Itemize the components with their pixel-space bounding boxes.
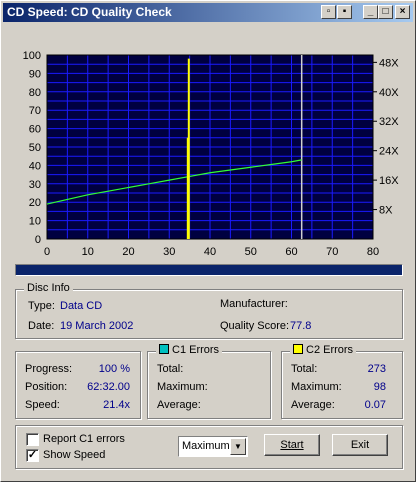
window-title: CD Speed: CD Quality Check <box>7 5 172 19</box>
show-speed-label[interactable]: Show Speed <box>43 449 105 461</box>
report-c1-label[interactable]: Report C1 errors <box>43 433 125 445</box>
start-button[interactable]: Start <box>264 434 320 456</box>
chevron-down-icon[interactable]: ▼ <box>230 438 246 455</box>
c1-max-label: Maximum: <box>157 381 208 393</box>
type-label: Type: <box>28 300 55 312</box>
y-tick-label: 10 <box>29 216 41 228</box>
position-label: Position: <box>25 381 68 393</box>
disc-info-group: Disc Info Type: Data CD Date: 19 March 2… <box>15 282 403 339</box>
report-c1-checkbox[interactable] <box>26 433 39 446</box>
y-right-tick-label: 32X <box>379 116 399 128</box>
y-tick-label: 90 <box>29 68 41 80</box>
save-icon[interactable]: ▫ <box>321 5 336 19</box>
quality-score-label: Quality Score: <box>220 320 290 332</box>
mode-select-value: Maximum <box>182 440 230 452</box>
start-button-label: Start <box>280 439 304 451</box>
c2-errors-group: C2 Errors Total: 273 Maximum: 98 Average… <box>281 344 403 419</box>
c1-heading-text: C1 Errors <box>172 344 220 356</box>
c1-color-swatch <box>159 344 169 354</box>
maximize-icon[interactable]: □ <box>378 5 393 19</box>
y-tick-label: 80 <box>29 87 41 99</box>
type-value: Data CD <box>60 300 103 312</box>
options-group: Report C1 errors ✓ Show Speed Maximum ▼ … <box>15 425 403 469</box>
stats-group: Progress: 100 % Position: 62:32.00 Speed… <box>15 351 141 419</box>
c2-total-value: 273 <box>367 363 386 375</box>
y-tick-label: 0 <box>35 234 41 246</box>
speed-label: Speed: <box>25 399 60 411</box>
y-tick-label: 50 <box>29 142 41 154</box>
x-tick-label: 60 <box>285 246 297 258</box>
show-speed-checkbox[interactable]: ✓ <box>26 449 39 462</box>
c2-total-label: Total: <box>291 363 318 375</box>
x-tick-label: 50 <box>245 246 257 258</box>
y-tick-label: 20 <box>29 197 41 209</box>
position-value: 62:32.00 <box>87 381 130 393</box>
progress-bar <box>15 264 403 276</box>
c2-max-label: Maximum: <box>291 381 342 393</box>
exit-button-label: Exit <box>350 439 370 451</box>
minimize-icon[interactable]: _ <box>363 5 378 19</box>
x-tick-label: 80 <box>367 246 379 258</box>
c2-color-swatch <box>293 344 303 354</box>
c2-max-value: 98 <box>373 381 386 393</box>
quality-score-value: 77.8 <box>290 320 312 332</box>
exit-button[interactable]: Exit <box>332 434 388 456</box>
floppy-icon[interactable]: ▪ <box>337 5 352 19</box>
x-tick-label: 20 <box>122 246 134 258</box>
y-right-tick-label: 40X <box>379 87 399 99</box>
manufacturer-label: Manufacturer: <box>220 298 288 310</box>
progress-bar-fill <box>16 265 402 275</box>
date-label: Date: <box>28 320 55 332</box>
speed-chart: 0 10 20 30 40 50 60 70 80 90 100 0 10 20 30 40 50 60 70 80 8… <box>23 50 400 258</box>
c2-avg-label: Average: <box>291 399 335 411</box>
date-value: 19 March 2002 <box>60 320 134 332</box>
chart-area: 0 10 20 30 40 50 60 70 80 90 100 0 10 20 30 40 50 60 70 80 8… <box>1 41 416 261</box>
c2-avg-value: 0.07 <box>364 399 386 411</box>
c2-errors-heading: C2 Errors <box>290 344 357 356</box>
progress-value: 100 % <box>98 363 130 375</box>
y-tick-label: 40 <box>29 160 41 172</box>
y-right-tick-label: 8X <box>379 205 393 217</box>
y-right-tick-label: 16X <box>379 175 399 187</box>
title-bar: CD Speed: CD Quality Check ▫ ▪ _ □ × <box>3 3 413 22</box>
c1-errors-heading: C1 Errors <box>156 344 223 356</box>
progress-label: Progress: <box>25 363 73 375</box>
cd-quality-window: CD Speed: CD Quality Check ▫ ▪ _ □ × 0 10… <box>0 0 416 482</box>
y-right-tick-label: 24X <box>379 146 399 158</box>
x-tick-label: 30 <box>163 246 175 258</box>
disc-info-heading: Disc Info <box>24 282 73 294</box>
mode-select[interactable]: Maximum ▼ <box>178 436 248 457</box>
y-right-tick-label: 48X <box>379 57 399 69</box>
x-tick-label: 70 <box>326 246 338 258</box>
c2-heading-text: C2 Errors <box>306 344 354 356</box>
c1-errors-group: C1 Errors Total: Maximum: Average: <box>147 344 271 419</box>
speed-value: 21.4x <box>103 399 130 411</box>
y-tick-label: 70 <box>29 105 41 117</box>
x-tick-label: 40 <box>204 246 216 258</box>
x-tick-label: 0 <box>44 246 50 258</box>
y-tick-label: 60 <box>29 124 41 136</box>
c1-total-label: Total: <box>157 363 184 375</box>
close-icon[interactable]: × <box>395 5 410 19</box>
y-tick-label: 100 <box>23 50 41 62</box>
y-tick-label: 30 <box>29 179 41 191</box>
x-tick-label: 10 <box>82 246 94 258</box>
c1-avg-label: Average: <box>157 399 201 411</box>
